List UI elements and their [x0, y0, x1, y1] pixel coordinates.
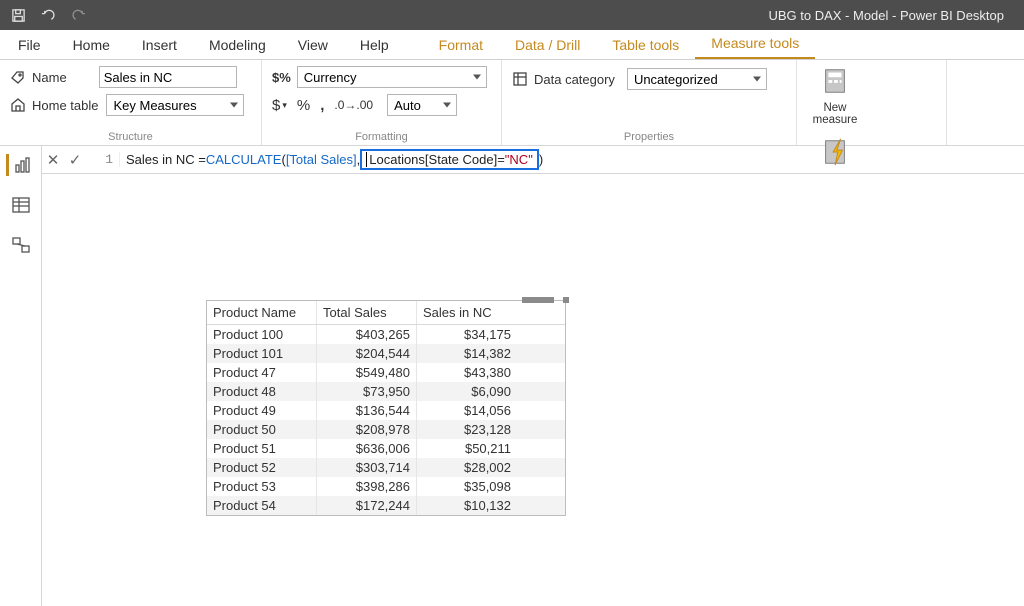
group-structure: Name Home table Key Measures Structure: [0, 60, 262, 145]
table-row: Product 101$204,544$14,382: [207, 344, 565, 363]
group-properties: Data category Uncategorized Properties: [502, 60, 797, 145]
name-icon: [10, 69, 26, 85]
name-label: Name: [32, 70, 67, 85]
commit-formula-icon[interactable]: ✓: [64, 151, 86, 169]
comma-button[interactable]: ,: [320, 97, 324, 114]
cancel-formula-icon[interactable]: ✕: [42, 151, 64, 169]
ribbon: Name Home table Key Measures Structure $…: [0, 60, 1024, 146]
formula-highlight: Locations [State Code] = "NC": [360, 149, 539, 170]
group-formatting: $% Currency $ ▾ % , .0→.00 Auto Formatti…: [262, 60, 502, 145]
table-header: Product Name Total Sales Sales in NC: [207, 301, 565, 325]
tab-home[interactable]: Home: [57, 31, 126, 59]
group-label-structure: Structure: [10, 131, 251, 145]
data-view-button[interactable]: [8, 194, 34, 216]
formula-line-number: 1: [96, 152, 120, 167]
decimal-button[interactable]: .0→.00: [334, 98, 373, 112]
view-rail: [0, 146, 42, 606]
percent-button[interactable]: %: [297, 97, 310, 114]
datacategory-select[interactable]: Uncategorized: [627, 68, 767, 90]
table-row: Product 48$73,950$6,090: [207, 382, 565, 401]
resize-handle-corner[interactable]: [563, 297, 569, 303]
table-row: Product 47$549,480$43,380: [207, 363, 565, 382]
resize-handle-top[interactable]: [522, 297, 554, 303]
table-row: Product 51$636,006$50,211: [207, 439, 565, 458]
tab-data-drill[interactable]: Data / Drill: [499, 31, 596, 59]
tab-format[interactable]: Format: [423, 31, 499, 59]
tab-measure-tools[interactable]: Measure tools: [695, 29, 815, 59]
new-measure-button[interactable]: New measure: [807, 66, 863, 127]
table-row: Product 49$136,544$14,056: [207, 401, 565, 420]
undo-icon[interactable]: [40, 7, 56, 23]
table-row: Product 52$303,714$28,002: [207, 458, 565, 477]
tab-view[interactable]: View: [282, 31, 344, 59]
formula-expression[interactable]: Sales in NC = CALCULATE ( [Total Sales] …: [126, 149, 543, 170]
redo-icon[interactable]: [70, 7, 86, 23]
report-view-button[interactable]: [6, 154, 32, 176]
hometable-icon: [10, 97, 26, 113]
group-label-formatting: Formatting: [272, 131, 491, 145]
datacategory-icon: [512, 71, 528, 87]
report-canvas[interactable]: Product Name Total Sales Sales in NC Pro…: [42, 174, 1024, 606]
tab-insert[interactable]: Insert: [126, 31, 193, 59]
col-total-sales[interactable]: Total Sales: [317, 301, 417, 324]
table-row: Product 54$172,244$10,132: [207, 496, 565, 515]
table-row: Product 50$208,978$23,128: [207, 420, 565, 439]
tab-table-tools[interactable]: Table tools: [596, 31, 695, 59]
table-row: Product 53$398,286$35,098: [207, 477, 565, 496]
currency-button[interactable]: $ ▾: [272, 97, 287, 114]
tab-modeling[interactable]: Modeling: [193, 31, 282, 59]
tab-file[interactable]: File: [2, 31, 57, 59]
name-input[interactable]: [99, 66, 237, 88]
tab-help[interactable]: Help: [344, 31, 405, 59]
model-view-button[interactable]: [8, 234, 34, 256]
decimal-places-select[interactable]: Auto: [387, 94, 457, 116]
table-row: Product 100$403,265$34,175: [207, 325, 565, 344]
formula-bar[interactable]: ✕ ✓ 1 Sales in NC = CALCULATE ( [Total S…: [42, 146, 1024, 174]
ribbon-tabs: File Home Insert Modeling View Help Form…: [0, 30, 1024, 60]
table-rows: Product 100$403,265$34,175 Product 101$2…: [207, 325, 565, 515]
titlebar: UBG to DAX - Model - Power BI Desktop: [0, 0, 1024, 30]
hometable-label: Home table: [32, 98, 98, 113]
col-product-name[interactable]: Product Name: [207, 301, 317, 324]
table-visual[interactable]: Product Name Total Sales Sales in NC Pro…: [206, 300, 566, 516]
save-icon[interactable]: [10, 7, 26, 23]
window-title: UBG to DAX - Model - Power BI Desktop: [86, 8, 1024, 23]
format-prefix-icon: $%: [272, 70, 291, 85]
format-select[interactable]: Currency: [297, 66, 487, 88]
datacategory-label: Data category: [534, 72, 615, 87]
hometable-select[interactable]: Key Measures: [106, 94, 244, 116]
group-label-properties: Properties: [512, 131, 786, 145]
group-calculations: New measure Quick measure Calculations: [797, 60, 947, 145]
col-sales-in-nc[interactable]: Sales in NC: [417, 301, 517, 324]
